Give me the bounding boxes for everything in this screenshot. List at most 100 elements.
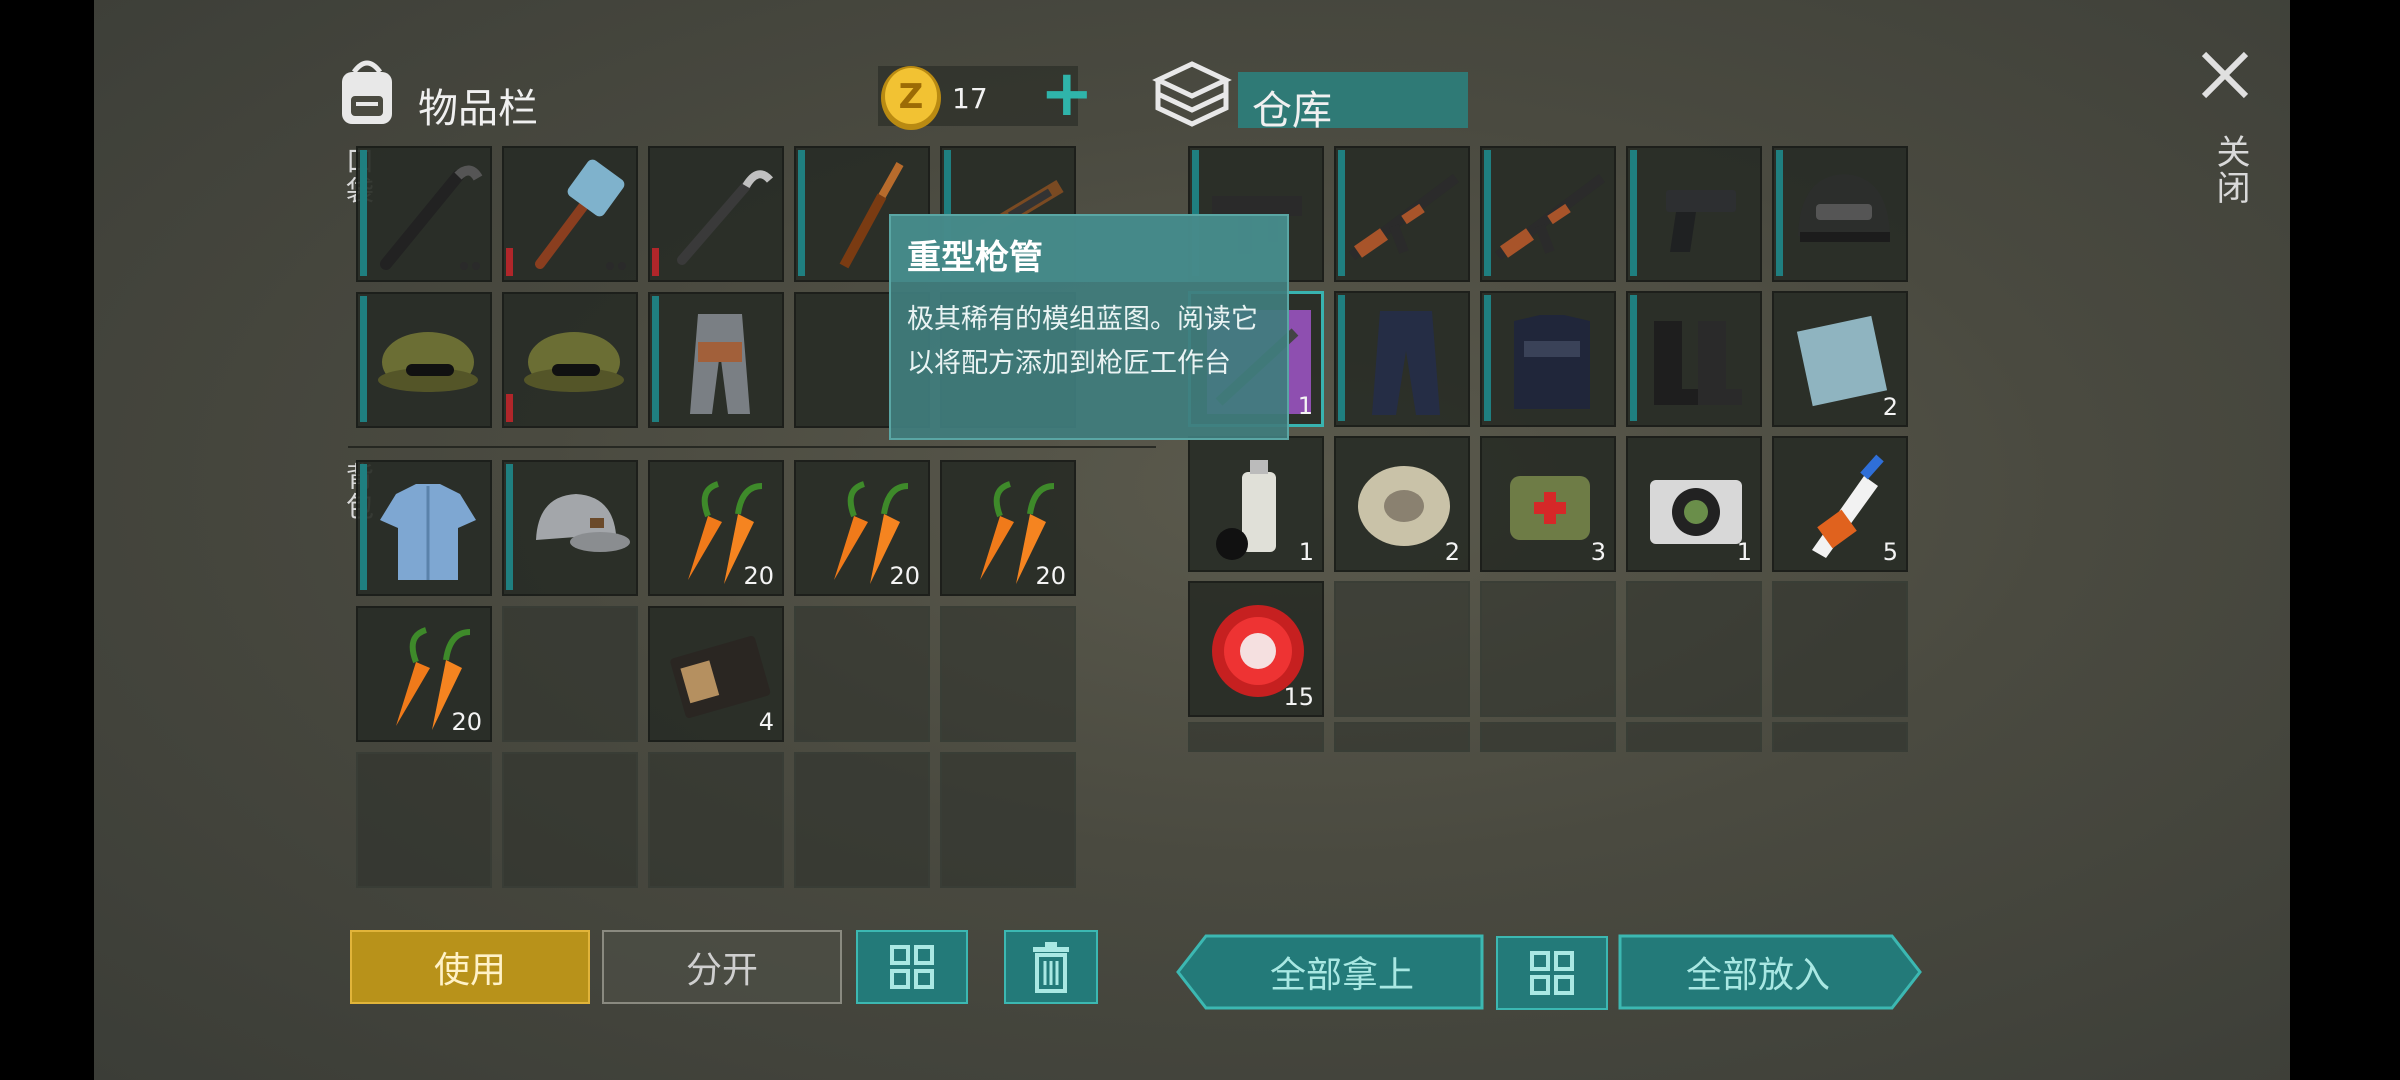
close-icon[interactable]: [2198, 48, 2252, 102]
item-count: 20: [889, 562, 920, 590]
backpack-slot[interactable]: [502, 752, 638, 888]
storage-slot[interactable]: [1772, 146, 1908, 282]
item-count: 2: [1444, 538, 1460, 566]
item-count: 1: [1298, 538, 1314, 566]
game-screen: 物品栏 Z 17 + 口袋 背包 仓库 关闭 使用 分开: [94, 0, 2290, 1080]
add-coins-button[interactable]: +: [1040, 62, 1094, 126]
storage-slot[interactable]: [1772, 722, 1908, 752]
item-tooltip: 重型枪管 极其稀有的模组蓝图。阅读它以将配方添加到枪匠工作台: [889, 214, 1289, 440]
camo-cap-icon: [524, 332, 624, 392]
pocket-slot[interactable]: [648, 292, 784, 428]
storage-slot[interactable]: [1626, 722, 1762, 752]
storage-slot[interactable]: 1: [1188, 436, 1324, 572]
sledgehammer-icon: [535, 159, 625, 269]
take-all-label: 全部拿上: [1269, 955, 1414, 996]
svg-text:Z: Z: [899, 77, 924, 117]
durability-bar: [360, 150, 367, 276]
grid-icon: [890, 945, 934, 989]
durability-bar: [652, 296, 659, 422]
storage-slot[interactable]: [1626, 146, 1762, 282]
sort-storage-button[interactable]: [1496, 936, 1608, 1010]
storage-slot[interactable]: [1772, 581, 1908, 717]
durability-bar: [1776, 150, 1783, 276]
storage-slot[interactable]: 2: [1772, 291, 1908, 427]
storage-slot[interactable]: 5: [1772, 436, 1908, 572]
storage-slot[interactable]: [1626, 581, 1762, 717]
backpack-slot[interactable]: 20: [356, 606, 492, 742]
backpack-slot[interactable]: [794, 606, 930, 742]
item-count: 1: [1297, 392, 1313, 420]
boots-icon: [1654, 321, 1742, 405]
backpack-slot[interactable]: [794, 752, 930, 888]
pocket-slot[interactable]: [356, 292, 492, 428]
durability-bar: [652, 248, 659, 276]
coin-icon: Z: [878, 62, 944, 132]
storage-slot[interactable]: [1188, 722, 1324, 752]
grid-icon: [1530, 951, 1574, 995]
crowbar-2-icon: [677, 170, 774, 265]
backpack-slot[interactable]: 20: [648, 460, 784, 596]
backpack-slot[interactable]: 20: [794, 460, 930, 596]
item-count: 20: [743, 562, 774, 590]
camo-cap-icon: [378, 332, 478, 392]
helmet-icon: [1798, 174, 1890, 242]
item-count: 5: [1882, 538, 1898, 566]
durability-bar: [506, 394, 513, 422]
backpack-slot[interactable]: [502, 606, 638, 742]
backpack-slot[interactable]: [940, 606, 1076, 742]
ak-icon: [1495, 174, 1605, 260]
storage-slot[interactable]: 15: [1188, 581, 1324, 717]
durability-bar: [1338, 295, 1345, 421]
item-count: 2: [1882, 393, 1898, 421]
pocket-slot[interactable]: [648, 146, 784, 282]
section-divider: [348, 446, 1156, 448]
storage-title: 仓库: [1252, 88, 1332, 134]
durability-bar: [1484, 150, 1491, 276]
backpack-slot[interactable]: [940, 752, 1076, 888]
storage-slot[interactable]: [1480, 291, 1616, 427]
backpack-slot[interactable]: [356, 752, 492, 888]
storage-slot[interactable]: [1334, 291, 1470, 427]
storage-slot[interactable]: [1334, 581, 1470, 717]
storage-slot[interactable]: [1626, 291, 1762, 427]
storage-slot[interactable]: 3: [1480, 436, 1616, 572]
close-label[interactable]: 关闭: [2206, 134, 2255, 206]
backpack-slot[interactable]: [648, 752, 784, 888]
durability-bar: [1484, 295, 1491, 421]
pocket-slot[interactable]: [356, 146, 492, 282]
backpack-slot[interactable]: 20: [940, 460, 1076, 596]
put-all-button[interactable]: 全部放入: [1618, 934, 1922, 1010]
trash-button[interactable]: [1004, 930, 1098, 1004]
take-all-button[interactable]: 全部拿上: [1176, 934, 1484, 1010]
storage-slot[interactable]: 2: [1334, 436, 1470, 572]
storage-slot[interactable]: 1: [1626, 436, 1762, 572]
backpack-slot[interactable]: [502, 460, 638, 596]
use-button[interactable]: 使用: [350, 930, 590, 1004]
tooltip-title: 重型枪管: [907, 238, 1043, 278]
storage-slot[interactable]: [1334, 722, 1470, 752]
item-count: 4: [758, 708, 774, 736]
vest-icon: [1514, 315, 1590, 409]
mod-dots: [606, 262, 626, 270]
backpack-icon: [334, 56, 400, 128]
durability-bar: [1630, 295, 1637, 421]
storage-slot[interactable]: [1480, 146, 1616, 282]
item-count: 20: [1035, 562, 1066, 590]
durability-bar: [360, 296, 367, 422]
durability-bar: [360, 464, 367, 590]
backpack-slot[interactable]: [356, 460, 492, 596]
storage-slot[interactable]: [1480, 581, 1616, 717]
item-count: 20: [451, 708, 482, 736]
storage-slot[interactable]: [1334, 146, 1470, 282]
pocket-slot[interactable]: [502, 292, 638, 428]
sort-inventory-button[interactable]: [856, 930, 968, 1004]
police-pants-icon: [1372, 311, 1440, 415]
split-button[interactable]: 分开: [602, 930, 842, 1004]
storage-slot[interactable]: [1480, 722, 1616, 752]
item-count: 3: [1590, 538, 1606, 566]
durability-bar: [798, 150, 805, 276]
backpack-slot[interactable]: 4: [648, 606, 784, 742]
storage-box-icon: [1152, 58, 1232, 128]
pocket-slot[interactable]: [502, 146, 638, 282]
item-count: 15: [1283, 683, 1314, 711]
